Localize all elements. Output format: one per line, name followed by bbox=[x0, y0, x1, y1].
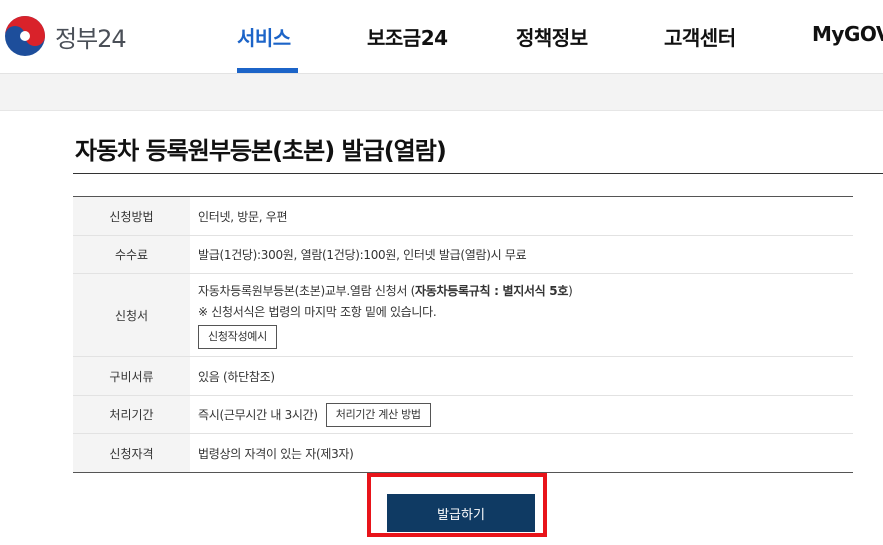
nav-subsidy24[interactable]: 보조금24 bbox=[367, 22, 448, 51]
nav-services[interactable]: 서비스 bbox=[237, 22, 291, 51]
nav-customer-center[interactable]: 고객센터 bbox=[664, 22, 736, 51]
issue-button[interactable]: 발급하기 bbox=[387, 494, 535, 532]
row-value-eligibility: 법령상의 자격이 있는 자(제3자) bbox=[198, 446, 354, 461]
title-divider bbox=[73, 173, 883, 174]
row-label-eligibility: 신청자격 bbox=[73, 434, 190, 472]
processing-time-text: 즉시(근무시간 내 3시간) bbox=[198, 408, 318, 422]
form-note-text: ※ 신청서식은 법령의 마지막 조항 밑에 있습니다. bbox=[198, 304, 437, 319]
form-regulation-text: 자동차등록규칙 : 별지서식 5호 bbox=[415, 283, 569, 298]
table-row: 신청서 자동차등록원부등본(초본)교부.열람 신청서 (자동차등록규칙 : 별지… bbox=[73, 274, 853, 357]
row-label-processing-time: 처리기간 bbox=[73, 396, 190, 433]
row-value-method: 인터넷, 방문, 우편 bbox=[198, 209, 288, 224]
row-label-fee: 수수료 bbox=[73, 236, 190, 273]
row-label-application-form: 신청서 bbox=[73, 274, 190, 356]
active-nav-indicator bbox=[237, 68, 298, 73]
page-title: 자동차 등록원부등본(초본) 발급(열람) bbox=[75, 137, 447, 165]
top-header: 정부24 서비스 보조금24 정책정보 고객센터 MyGOV bbox=[0, 0, 883, 74]
application-form-text: 자동차등록원부등본(초본)교부.열람 신청서 (자동차등록규칙 : 별지서식 5… bbox=[198, 282, 853, 299]
site-logo[interactable]: 정부24 bbox=[3, 14, 127, 58]
table-row: 수수료 발급(1건당):300원, 열람(1건당):100원, 인터넷 발급(열… bbox=[73, 236, 853, 274]
row-value-fee: 발급(1건당):300원, 열람(1건당):100원, 인터넷 발급(열람)시 … bbox=[198, 248, 527, 262]
row-label-method: 신청방법 bbox=[73, 197, 190, 235]
processing-time-calc-button[interactable]: 처리기간 계산 방법 bbox=[325, 402, 431, 427]
table-row: 구비서류 있음 (하단참조) bbox=[73, 357, 853, 396]
application-example-button[interactable]: 신청작성예시 bbox=[198, 324, 277, 349]
service-info-table: 신청방법 인터넷, 방문, 우편 수수료 발급(1건당):300원, 열람(1건… bbox=[73, 196, 853, 473]
sub-navigation-bar bbox=[0, 74, 883, 111]
nav-mygov[interactable]: MyGOV bbox=[812, 22, 883, 46]
form-name-text: 자동차등록원부등본(초본)교부.열람 신청서 ( bbox=[198, 283, 416, 298]
nav-policy-info[interactable]: 정책정보 bbox=[516, 22, 588, 51]
form-close-paren: ) bbox=[568, 283, 573, 298]
table-row: 처리기간 즉시(근무시간 내 3시간) 처리기간 계산 방법 bbox=[73, 396, 853, 434]
row-value-documents: 있음 (하단참조) bbox=[198, 369, 275, 384]
table-row: 신청방법 인터넷, 방문, 우편 bbox=[73, 197, 853, 236]
logo-text: 정부24 bbox=[55, 24, 127, 53]
row-value-processing-time: 즉시(근무시간 내 3시간) 처리기간 계산 방법 bbox=[190, 396, 853, 433]
row-value-application-form: 자동차등록원부등본(초본)교부.열람 신청서 (자동차등록규칙 : 별지서식 5… bbox=[190, 274, 853, 356]
table-row: 신청자격 법령상의 자격이 있는 자(제3자) bbox=[73, 434, 853, 472]
taegeuk-logo-icon bbox=[5, 16, 45, 56]
row-label-documents: 구비서류 bbox=[73, 357, 190, 395]
